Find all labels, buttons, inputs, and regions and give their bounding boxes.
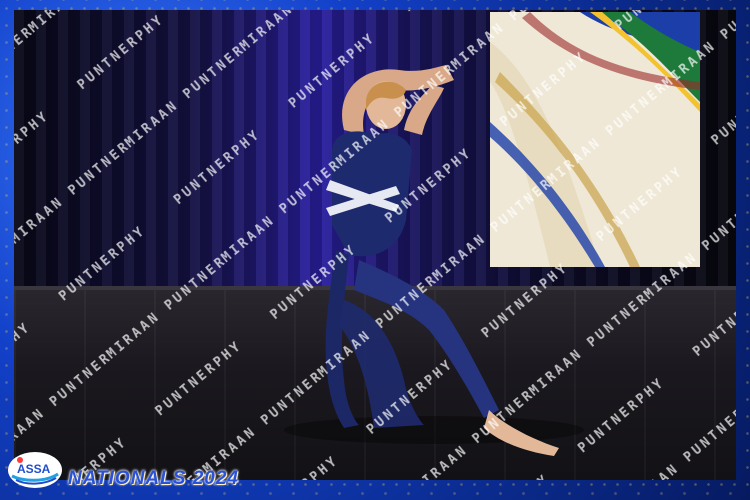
logo-text: ASSA [17,462,51,476]
dancer-figure [284,65,584,456]
event-title: NATIONALS 2024 [68,468,239,489]
photo-frame: MIRAAN PUNTNERPHY MIRAAN PUNTNERPHY ASSA… [0,0,750,500]
stage-photo: MIRAAN PUNTNERPHY MIRAAN PUNTNERPHY [14,10,736,480]
